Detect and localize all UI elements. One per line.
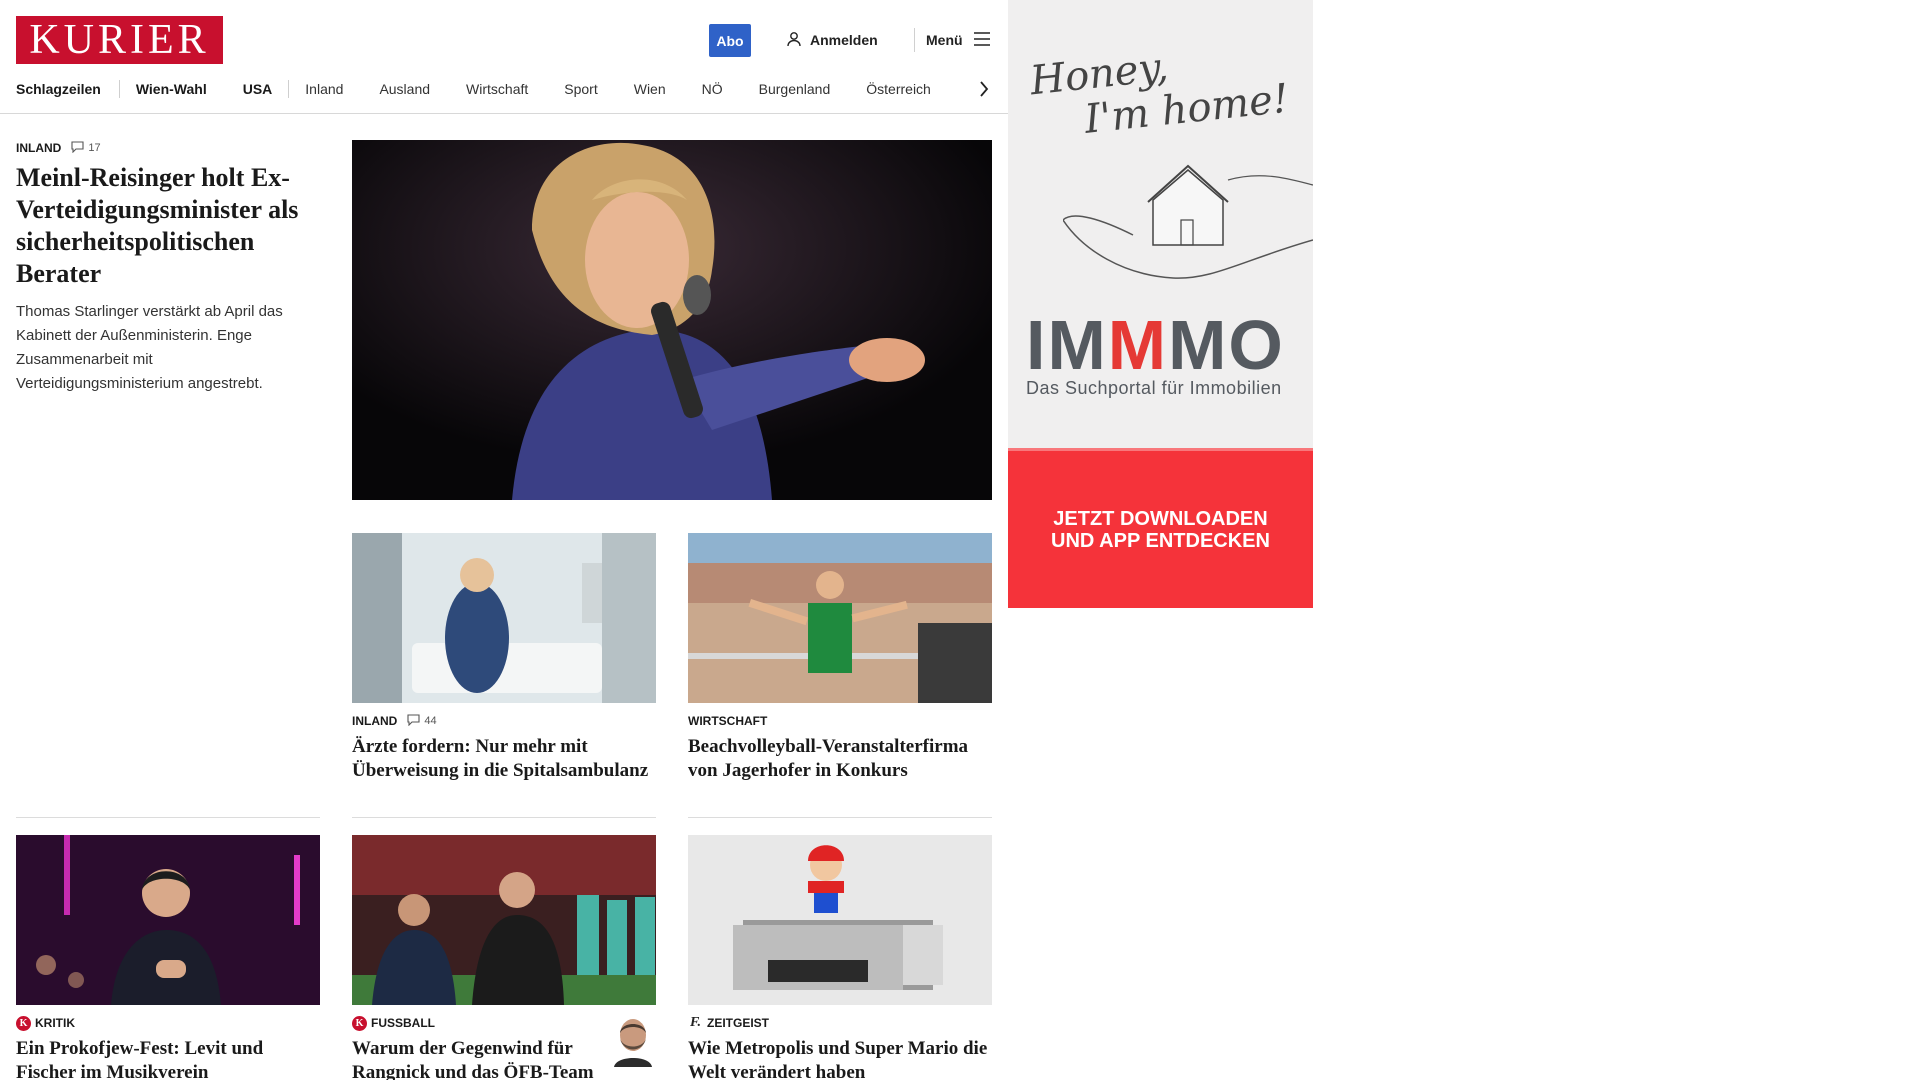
article-card[interactable]: K KRITIK Ein Prokofjew-Fest: Levit und F…: [16, 835, 320, 1080]
article-headline[interactable]: Ärzte fordern: Nur mehr mit Überweisung …: [352, 735, 656, 783]
lead-kicker: INLAND 17: [16, 140, 320, 156]
article-category: KRITIK: [35, 1016, 75, 1030]
kurier-plus-badge: K: [352, 1015, 367, 1031]
article-headline[interactable]: Wie Metropolis und Super Mario die Welt …: [688, 1037, 992, 1080]
nav-item-inland[interactable]: Inland: [305, 81, 343, 97]
login-button[interactable]: Anmelden: [786, 28, 878, 52]
article-headline[interactable]: Warum der Gegenwind für Rangnick und das…: [352, 1037, 602, 1080]
article-image[interactable]: [16, 835, 320, 1005]
lead-teaser: Thomas Starlinger verstärkt ab April das…: [16, 303, 283, 392]
user-icon: [786, 31, 802, 50]
nav-item-schlagzeilen[interactable]: Schlagzeilen: [16, 81, 101, 97]
article-kicker: K KRITIK: [16, 1015, 320, 1031]
article-category: WIRTSCHAFT: [688, 714, 768, 728]
nav-item-sport[interactable]: Sport: [564, 81, 597, 97]
article-category: INLAND: [352, 714, 398, 728]
ad-cta-label: JETZT DOWNLOADEN UND APP ENTDECKEN: [1051, 507, 1270, 552]
zeitgeist-badge: f.: [689, 1015, 702, 1030]
login-label: Anmelden: [810, 32, 878, 48]
header-divider: [914, 28, 915, 52]
lead-comments[interactable]: 17: [71, 140, 101, 156]
logo-text: KURIER: [29, 17, 210, 63]
article-kicker: WIRTSCHAFT: [688, 713, 992, 729]
menu-label: Menü: [926, 32, 963, 48]
nav-item-burgenland[interactable]: Burgenland: [759, 81, 831, 97]
article-card[interactable]: f. ZEITGEIST Wie Metropolis und Super Ma…: [688, 835, 992, 1080]
article-image[interactable]: [352, 835, 656, 1005]
article-kicker: INLAND 44: [352, 713, 656, 729]
lead-headline[interactable]: Meinl-Reisinger holt Ex-Verteidigungsmin…: [16, 162, 320, 290]
ad-brand-logo: IMMMO: [1026, 306, 1285, 384]
article-image[interactable]: [688, 533, 992, 703]
kurier-logo[interactable]: KURIER: [16, 16, 223, 64]
kurier-plus-badge: K: [16, 1015, 31, 1031]
ad-cta-button[interactable]: JETZT DOWNLOADEN UND APP ENTDECKEN: [1008, 448, 1313, 608]
ad-subline: Das Suchportal für Immobilien: [1026, 378, 1282, 398]
comment-count: 17: [88, 142, 101, 154]
author-avatar[interactable]: [612, 1015, 654, 1067]
hamburger-icon: [973, 31, 991, 49]
article-card[interactable]: WIRTSCHAFT Beachvolleyball-Veranstalterf…: [688, 533, 992, 783]
article-kicker: K FUSSBALL: [352, 1015, 656, 1031]
nav-item-noe[interactable]: NÖ: [702, 81, 723, 97]
nav-divider: [118, 80, 120, 98]
nav-item-ausland[interactable]: Ausland: [379, 81, 430, 97]
article-card[interactable]: INLAND 44 Ärzte fordern: Nur mehr mit Üb…: [352, 533, 656, 783]
article-headline[interactable]: Ein Prokofjew-Fest: Levit und Fischer im…: [16, 1037, 320, 1080]
divider: [688, 817, 992, 818]
comment-count: 44: [424, 715, 437, 727]
article-category: ZEITGEIST: [707, 1016, 770, 1030]
article-category: FUSSBALL: [371, 1016, 435, 1030]
ad-headline: Honey, I'm home!: [1027, 44, 1291, 143]
section-nav: Schlagzeilen Wien-Wahl USA Inland Auslan…: [16, 78, 931, 100]
lead-article[interactable]: INLAND 17 Meinl-Reisinger holt Ex-Vertei…: [16, 140, 320, 396]
article-image[interactable]: [352, 533, 656, 703]
advertisement[interactable]: Honey, I'm home! IMMMO Das Suchportal fü…: [1008, 0, 1313, 608]
divider: [16, 817, 320, 818]
abo-button[interactable]: Abo: [709, 24, 751, 57]
lead-category: INLAND: [16, 141, 62, 155]
nav-item-wirtschaft[interactable]: Wirtschaft: [466, 81, 528, 97]
comment-icon: [71, 140, 84, 156]
site-header: KURIER Abo Anmelden Menü Schlagzeilen Wi…: [0, 0, 1008, 114]
nav-item-usa[interactable]: USA: [243, 81, 273, 97]
article-comments[interactable]: 44: [407, 713, 437, 729]
nav-item-oesterreich[interactable]: Österreich: [866, 81, 931, 97]
nav-divider: [288, 80, 290, 98]
comment-icon: [407, 713, 420, 729]
nav-item-wien[interactable]: Wien: [634, 81, 666, 97]
article-image[interactable]: [688, 835, 992, 1005]
ad-visual: Honey, I'm home! IMMMO Das Suchportal fü…: [1008, 0, 1313, 448]
article-kicker: f. ZEITGEIST: [688, 1015, 992, 1031]
menu-button[interactable]: Menü: [926, 28, 991, 52]
divider: [352, 817, 656, 818]
house-hand-icon: [1063, 164, 1313, 279]
lead-image[interactable]: [352, 140, 992, 500]
article-headline[interactable]: Beachvolleyball-Veranstalterfirma von Ja…: [688, 735, 992, 783]
article-card[interactable]: K FUSSBALL Warum der Gegenwind für Rangn…: [352, 835, 656, 1080]
nav-scroll-right-icon[interactable]: [976, 78, 992, 100]
nav-item-wien-wahl[interactable]: Wien-Wahl: [136, 81, 207, 97]
